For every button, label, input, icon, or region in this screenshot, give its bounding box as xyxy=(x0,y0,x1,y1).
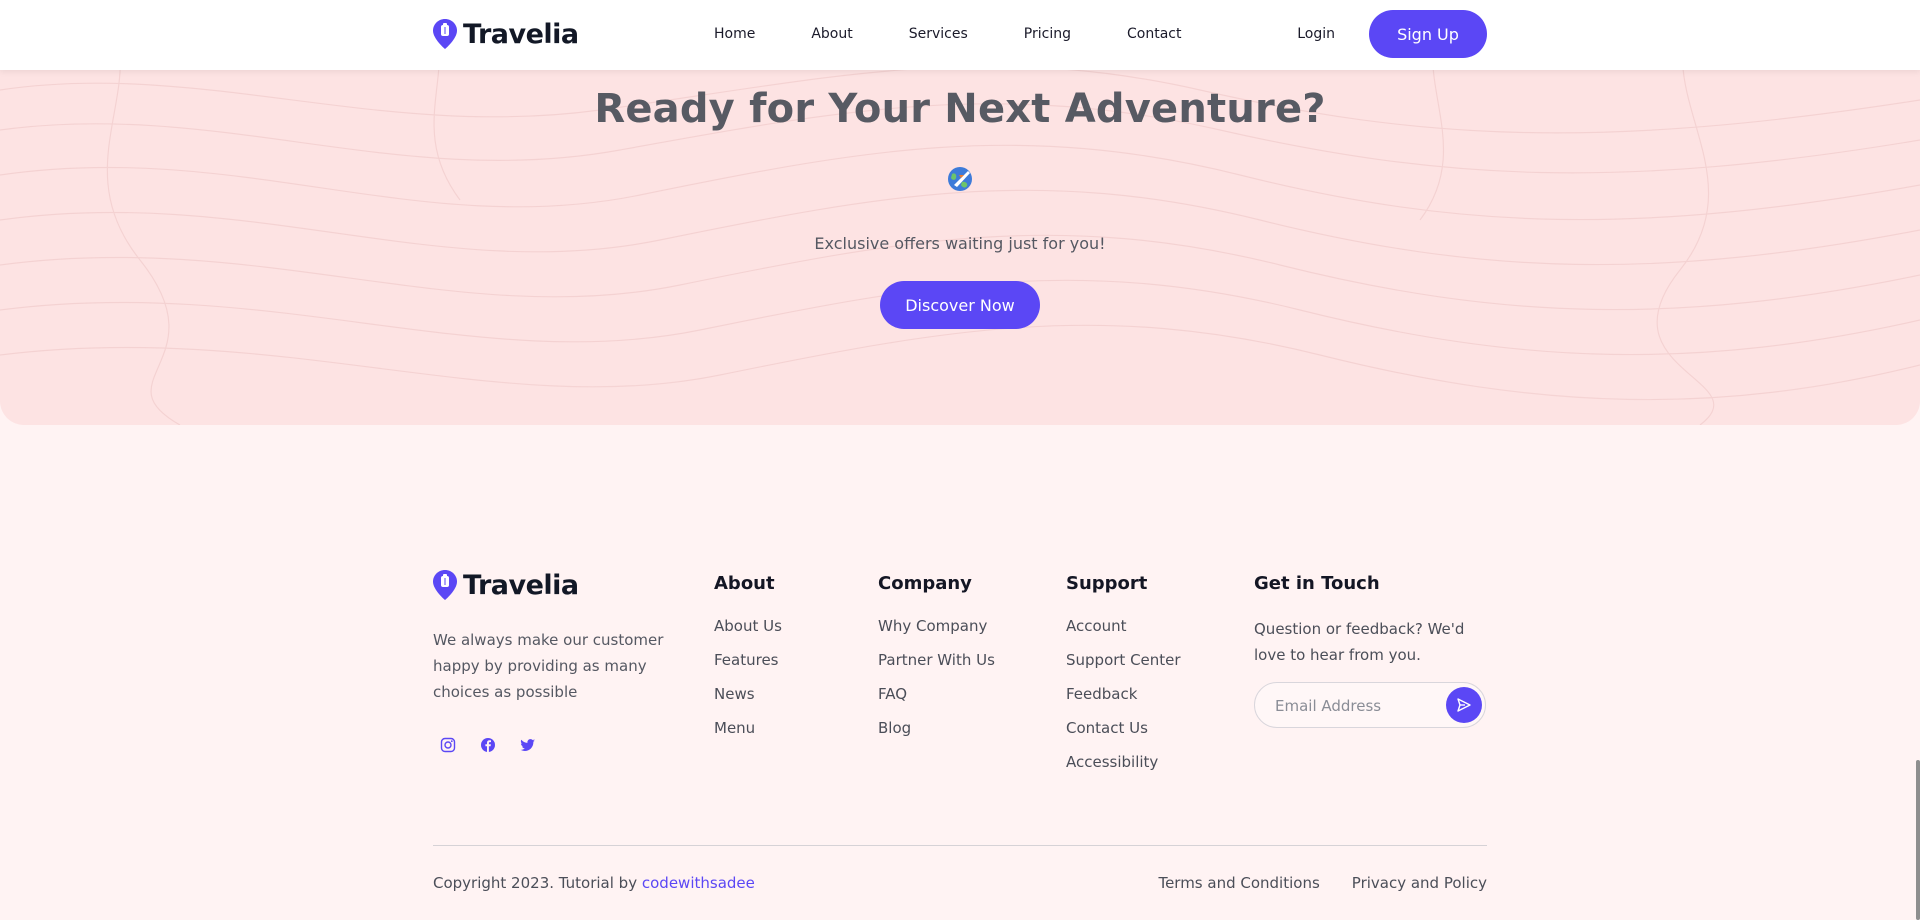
footer-link-menu[interactable]: Menu xyxy=(714,718,782,738)
footer-link-faq[interactable]: FAQ xyxy=(878,684,995,704)
terms-link[interactable]: Terms and Conditions xyxy=(1158,874,1319,892)
footer-link-features[interactable]: Features xyxy=(714,650,782,670)
cta-title: Ready for Your Next Adventure? xyxy=(594,86,1326,132)
cta-subtitle: Exclusive offers waiting just for you! xyxy=(814,234,1106,253)
footer-description: We always make our customer happy by pro… xyxy=(433,631,664,701)
footer-link-accessibility[interactable]: Accessibility xyxy=(1066,752,1181,772)
auth-actions: Login Sign Up xyxy=(1297,10,1487,58)
nav-services[interactable]: Services xyxy=(909,24,968,44)
site-header: Travelia Home About Services Pricing Con… xyxy=(0,0,1920,70)
nav-about[interactable]: About xyxy=(811,24,852,44)
main-nav: Home About Services Pricing Contact xyxy=(714,24,1237,44)
scrollbar-thumb[interactable] xyxy=(1916,760,1920,920)
footer-link-why-company[interactable]: Why Company xyxy=(878,616,995,636)
send-button[interactable] xyxy=(1446,687,1482,723)
location-pin-icon xyxy=(433,19,457,49)
footer-link-partner[interactable]: Partner With Us xyxy=(878,650,995,670)
footer-heading-company: Company xyxy=(878,573,972,594)
location-pin-icon xyxy=(433,570,457,600)
copyright: Copyright 2023. Tutorial by codewithsade… xyxy=(433,874,755,892)
privacy-link[interactable]: Privacy and Policy xyxy=(1352,874,1487,892)
footer-column-about: About About Us Features News Menu xyxy=(714,572,782,752)
twitter-icon[interactable] xyxy=(513,730,543,760)
instagram-icon[interactable] xyxy=(433,730,463,760)
get-in-touch-text: Question or feedback? We'd love to hear … xyxy=(1254,620,1465,664)
social-links xyxy=(433,730,543,760)
discover-now-button[interactable]: Discover Now xyxy=(880,281,1040,329)
footer-link-news[interactable]: News xyxy=(714,684,782,704)
facebook-icon[interactable] xyxy=(473,730,503,760)
newsletter-form xyxy=(1254,682,1486,728)
footer-column-company: Company Why Company Partner With Us FAQ … xyxy=(878,572,995,752)
footer-link-blog[interactable]: Blog xyxy=(878,718,995,738)
footer-divider xyxy=(433,845,1487,846)
author-link[interactable]: codewithsadee xyxy=(642,874,755,892)
logo[interactable]: Travelia xyxy=(433,16,579,52)
footer-column-support: Support Account Support Center Feedback … xyxy=(1066,572,1181,786)
footer-logo-text: Travelia xyxy=(463,569,579,601)
footer-link-about-us[interactable]: About Us xyxy=(714,616,782,636)
globe-airplane-icon xyxy=(948,167,972,191)
footer-brand: Travelia xyxy=(433,567,579,603)
send-icon xyxy=(1457,698,1471,712)
footer-link-feedback[interactable]: Feedback xyxy=(1066,684,1181,704)
nav-contact[interactable]: Contact xyxy=(1127,24,1181,44)
footer-link-support-center[interactable]: Support Center xyxy=(1066,650,1181,670)
nav-pricing[interactable]: Pricing xyxy=(1024,24,1071,44)
footer-heading-get-in-touch: Get in Touch xyxy=(1254,573,1380,594)
sign-up-button[interactable]: Sign Up xyxy=(1369,10,1487,58)
logo-text: Travelia xyxy=(463,18,579,50)
nav-home[interactable]: Home xyxy=(714,24,755,44)
legal-links: Terms and Conditions Privacy and Policy xyxy=(1158,874,1487,892)
footer-logo[interactable]: Travelia xyxy=(433,567,579,603)
footer-link-contact-us[interactable]: Contact Us xyxy=(1066,718,1181,738)
login-link[interactable]: Login xyxy=(1297,26,1335,42)
footer-link-account[interactable]: Account xyxy=(1066,616,1181,636)
copyright-text: Copyright 2023. Tutorial by xyxy=(433,874,638,892)
footer-heading-support: Support xyxy=(1066,573,1148,594)
email-input[interactable] xyxy=(1275,695,1435,717)
footer-column-get-in-touch: Get in Touch Question or feedback? We'd … xyxy=(1254,572,1487,728)
footer-heading-about: About xyxy=(714,573,775,594)
